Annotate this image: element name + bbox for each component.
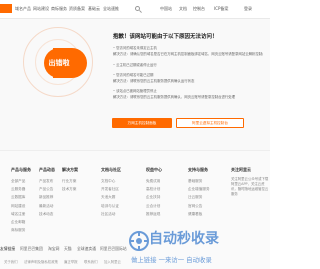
bottom-link[interactable]: 关于我们: [4, 259, 18, 264]
error-reason: 您访问的域名未绑定云主机: [113, 46, 263, 51]
nav-item-trademark[interactable]: 商标服务: [51, 6, 67, 12]
error-title: 抱歉！该网站可能由于以下原因无法访问！: [113, 34, 218, 40]
friend-link[interactable]: 阿里巴巴集团: [20, 246, 43, 252]
bottom-link[interactable]: 法律声明及隐私权政策: [24, 259, 58, 264]
footer-column-solutions: 解决方案 行业方案 技术方案: [62, 167, 102, 193]
watermark-logo-icon: [129, 231, 149, 251]
brand-logo[interactable]: [0, 4, 12, 13]
nav-item-login[interactable]: 登录: [244, 6, 252, 12]
footer-link[interactable]: 开发者社区: [101, 185, 141, 193]
error-solution: 解决方法：请联系您的云主机服务提供商确认运行状态: [113, 79, 195, 83]
follow-description: 关注阿里云公众号或下载阿里云APP，关注云资讯，随时随地运维管控云服务: [231, 177, 269, 196]
footer-link[interactable]: 基础服务: [188, 177, 228, 185]
watermark-title: 自动秒收录: [149, 231, 219, 247]
footer-link[interactable]: 官网公告: [188, 202, 228, 210]
footer-column-docs: 文档与社区 文档中心 开发者社区 天池大赛 培训与认证 社区活动: [101, 167, 141, 218]
bottom-link[interactable]: 联系我们: [84, 259, 98, 264]
friend-link[interactable]: 全球速卖通: [77, 246, 96, 252]
footer-link[interactable]: 云合计划: [146, 202, 186, 210]
footer-column-title: 支持与服务: [188, 167, 208, 172]
error-illustration: 出错啦: [5, 21, 105, 111]
bottom-link[interactable]: 加入阿里云: [104, 259, 121, 264]
error-reason: 云主机已过期或者停止运行: [113, 63, 263, 68]
footer-column-title: 权益中心: [146, 167, 162, 172]
footer-link[interactable]: 技术方案: [62, 185, 102, 193]
search-icon[interactable]: [133, 5, 146, 14]
error-reason: 该站点已被网站管理员停止: [113, 89, 263, 94]
footer-link[interactable]: 免费试用: [146, 177, 186, 185]
watermark-subtitle: 做上链接 一来访一 自动收录: [131, 256, 212, 264]
friend-link[interactable]: 淘宝网: [48, 246, 59, 252]
error-solution: 解决方法：请确认您的域名是否已在万网主机控制面板绑定域名，网页云账号请登录网站云…: [113, 52, 263, 56]
nav-item-console[interactable]: 控制台: [193, 6, 205, 12]
footer-link[interactable]: 企业增值服务: [188, 185, 228, 193]
footer-column-support: 支持与服务 基础服务 企业增值服务 迁云服务 官网公告 健康看板: [188, 167, 228, 218]
footer-link[interactable]: 企业扶持: [146, 193, 186, 201]
hosting-control-panel-button[interactable]: 万网主机控制面板: [112, 118, 172, 128]
bottom-link[interactable]: 廉正举报: [64, 259, 78, 264]
footer-link[interactable]: 新品推荐: [39, 193, 79, 201]
footer-column-title: 解决方案: [62, 167, 78, 172]
nav-item-region[interactable]: 中国站: [160, 6, 172, 12]
nav-item-icp[interactable]: ICP备案: [214, 6, 228, 12]
nav-item-domain[interactable]: 域名产品: [15, 6, 31, 12]
footer-column-title: 关注阿里云: [231, 167, 251, 172]
watermark: 自动秒收录 做上链接 一来访一 自动收录: [128, 226, 270, 268]
top-nav: 域名产品 网站建设 商标服务 资质备案 基础云 全站速推 中国站 文档 控制台 …: [0, 0, 270, 19]
footer-link[interactable]: 商标服务: [11, 226, 51, 234]
footer-link[interactable]: 培训与认证: [101, 202, 141, 210]
footer-link[interactable]: 推荐返现: [146, 210, 186, 218]
footer-link[interactable]: 高校计划: [146, 185, 186, 193]
nav-item-cloud[interactable]: 基础云: [88, 6, 100, 12]
error-reason: 您访问的域名可能已过期: [113, 73, 263, 78]
footer-link[interactable]: 行业方案: [62, 177, 102, 185]
footer-link[interactable]: 天池大赛: [101, 193, 141, 201]
virtual-host-console-button[interactable]: 阿里云虚拟主机控制台: [176, 118, 244, 128]
footer-link[interactable]: 企业邮箱: [11, 218, 51, 226]
nav-item-docs[interactable]: 文档: [179, 6, 187, 12]
footer-link[interactable]: 技术动态: [39, 210, 79, 218]
error-solution: 解决方法：请联系您的云主机服务提供商确认，网页云账号请登录控制台进行处理: [113, 95, 236, 99]
footer-link[interactable]: 健康看板: [188, 210, 228, 218]
footer-link[interactable]: 迁云服务: [188, 193, 228, 201]
friend-link[interactable]: 阿里巴巴国际站: [100, 246, 127, 252]
footer-column-title: 文档与社区: [101, 167, 121, 172]
footer-link[interactable]: 最新活动: [39, 202, 79, 210]
friend-link[interactable]: 天猫: [64, 246, 72, 252]
footer-link[interactable]: 文档中心: [101, 177, 141, 185]
footer-column-follow: 关注阿里云 关注阿里云公众号或下载阿里云APP，关注云资讯，随时随地运维管控云服…: [231, 167, 269, 197]
nav-item-promotion[interactable]: 全站速推: [103, 6, 119, 12]
error-badge: 出错啦: [48, 59, 70, 67]
nav-item-filing[interactable]: 资质备案: [69, 6, 85, 12]
footer-link[interactable]: 社区活动: [101, 210, 141, 218]
footer-column-benefits: 权益中心 免费试用 高校计划 企业扶持 云合计划 推荐返现: [146, 167, 186, 218]
nav-item-site-building[interactable]: 网站建设: [33, 6, 49, 12]
friend-links-label: 友情链接: [0, 246, 16, 251]
